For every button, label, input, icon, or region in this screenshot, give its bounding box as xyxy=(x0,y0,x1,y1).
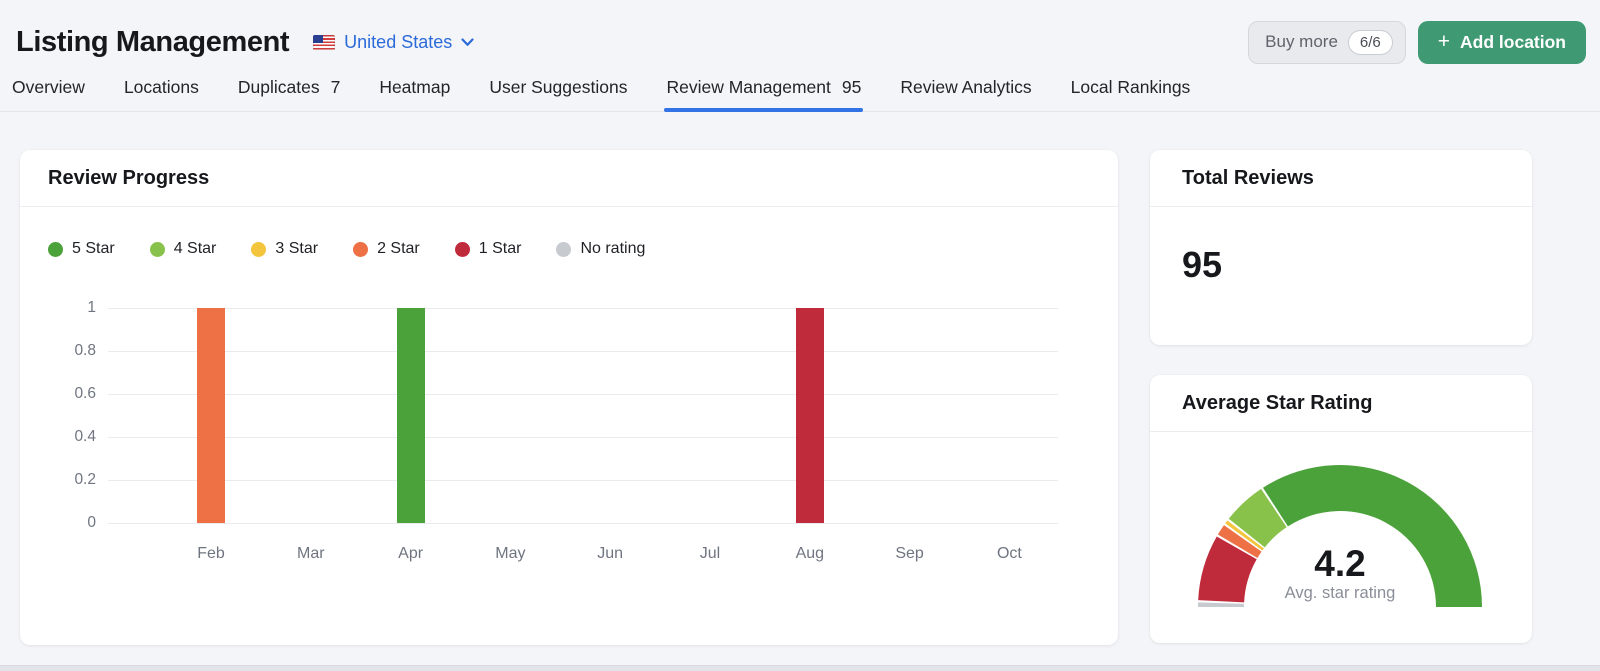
tab-label: Review Analytics xyxy=(900,77,1031,98)
tab-label: Local Rankings xyxy=(1071,77,1191,98)
x-tick-label: Mar xyxy=(276,545,346,563)
legend-label: No rating xyxy=(580,240,645,258)
legend-item-2-star: 2 Star xyxy=(353,240,420,258)
review-progress-title: Review Progress xyxy=(20,150,1118,207)
page-title: Listing Management xyxy=(16,26,289,59)
x-tick-label: Jun xyxy=(575,545,645,563)
gauge-value: 4.2 xyxy=(1150,545,1530,582)
grid-line xyxy=(108,308,1058,309)
tab-heatmap[interactable]: Heatmap xyxy=(379,77,450,111)
listing-management-page: Listing Management United States Buy mor… xyxy=(0,0,1600,671)
y-tick-label: 0 xyxy=(30,514,96,532)
title-row: Listing Management United States xyxy=(16,26,474,59)
add-location-button[interactable]: + Add location xyxy=(1418,21,1586,64)
tab-label: User Suggestions xyxy=(489,77,627,98)
gauge-caption: Avg. star rating xyxy=(1150,584,1530,603)
gauge-segment-no-rating xyxy=(1198,602,1244,607)
total-reviews-title: Total Reviews xyxy=(1150,150,1532,207)
x-tick-label: Feb xyxy=(176,545,246,563)
x-tick-label: Aug xyxy=(775,545,845,563)
grid-line xyxy=(108,351,1058,352)
buy-more-button[interactable]: Buy more 6/6 xyxy=(1248,21,1406,64)
y-tick-label: 0.8 xyxy=(30,342,96,360)
grid-line xyxy=(108,480,1058,481)
legend-item-5-star: 5 Star xyxy=(48,240,115,258)
plot-area xyxy=(108,308,1058,523)
grid-line xyxy=(108,437,1058,438)
legend-item-no-rating: No rating xyxy=(556,240,645,258)
legend-label: 1 Star xyxy=(479,240,522,258)
legend-label: 3 Star xyxy=(275,240,318,258)
tab-label: Locations xyxy=(124,77,199,98)
bar-feb-2-star[interactable] xyxy=(197,308,225,523)
quota-badge: 6/6 xyxy=(1348,30,1393,55)
tab-label: Overview xyxy=(12,77,85,98)
tab-review-analytics[interactable]: Review Analytics xyxy=(900,77,1031,111)
tab-label: Heatmap xyxy=(379,77,450,98)
x-tick-label: May xyxy=(475,545,545,563)
topbar: Listing Management United States Buy mor… xyxy=(0,0,1600,64)
legend-item-4-star: 4 Star xyxy=(150,240,217,258)
x-tick-label: Apr xyxy=(376,545,446,563)
legend-label: 4 Star xyxy=(174,240,217,258)
tab-local-rankings[interactable]: Local Rankings xyxy=(1071,77,1191,111)
country-selector[interactable]: United States xyxy=(313,32,474,53)
tab-user-suggestions[interactable]: User Suggestions xyxy=(489,77,627,111)
bottom-edge-strip xyxy=(0,665,1600,671)
total-reviews-value: 95 xyxy=(1150,207,1532,283)
main-content: Review Progress 5 Star 4 Star 3 Star 2 Star… xyxy=(20,150,1600,645)
chevron-down-icon xyxy=(461,38,474,47)
legend-item-3-star: 3 Star xyxy=(251,240,318,258)
y-tick-label: 0.2 xyxy=(30,471,96,489)
average-star-rating-title: Average Star Rating xyxy=(1150,375,1532,432)
y-tick-label: 0.6 xyxy=(30,385,96,403)
tab-count-badge: 7 xyxy=(331,77,341,98)
bar-apr-5-star[interactable] xyxy=(397,308,425,523)
legend-dot-icon xyxy=(48,242,63,257)
tab-overview[interactable]: Overview xyxy=(12,77,85,111)
country-label: United States xyxy=(344,32,452,53)
star-rating-gauge: 4.2 Avg. star rating xyxy=(1150,432,1532,640)
review-progress-card: Review Progress 5 Star 4 Star 3 Star 2 Star… xyxy=(20,150,1118,645)
grid-line xyxy=(108,394,1058,395)
tab-bar: Overview Locations Duplicates 7 Heatmap User … xyxy=(0,64,1600,112)
buy-more-label: Buy more xyxy=(1265,32,1338,52)
y-tick-label: 0.4 xyxy=(30,428,96,446)
legend-label: 5 Star xyxy=(72,240,115,258)
y-tick-label: 1 xyxy=(30,299,96,317)
grid-line xyxy=(108,523,1058,524)
tab-review-management[interactable]: Review Management 95 xyxy=(666,77,861,111)
legend-label: 2 Star xyxy=(377,240,420,258)
us-flag-icon xyxy=(313,35,335,50)
average-star-rating-card: Average Star Rating 4.2 Avg. star rating xyxy=(1150,375,1532,643)
legend-item-1-star: 1 Star xyxy=(455,240,522,258)
total-reviews-card: Total Reviews 95 xyxy=(1150,150,1532,345)
review-progress-chart: 00.20.40.60.81FebMarAprMayJunJulAugSepOc… xyxy=(20,308,1118,578)
topbar-actions: Buy more 6/6 + Add location xyxy=(1248,21,1586,64)
x-tick-label: Sep xyxy=(875,545,945,563)
x-tick-label: Jul xyxy=(675,545,745,563)
chart-legend: 5 Star 4 Star 3 Star 2 Star 1 Star No rating xyxy=(48,240,1090,258)
legend-dot-icon xyxy=(150,242,165,257)
tab-duplicates[interactable]: Duplicates 7 xyxy=(238,77,340,111)
tab-label: Review Management xyxy=(666,77,830,98)
tab-count-badge: 95 xyxy=(842,77,861,98)
legend-dot-icon xyxy=(455,242,470,257)
legend-dot-icon xyxy=(251,242,266,257)
x-tick-label: Oct xyxy=(974,545,1044,563)
legend-dot-icon xyxy=(556,242,571,257)
plus-icon: + xyxy=(1438,31,1450,52)
tab-locations[interactable]: Locations xyxy=(124,77,199,111)
legend-dot-icon xyxy=(353,242,368,257)
add-location-label: Add location xyxy=(1460,32,1566,53)
right-column: Total Reviews 95 Average Star Rating 4.2… xyxy=(1150,150,1532,643)
tab-label: Duplicates xyxy=(238,77,320,98)
bar-aug-1-star[interactable] xyxy=(796,308,824,523)
